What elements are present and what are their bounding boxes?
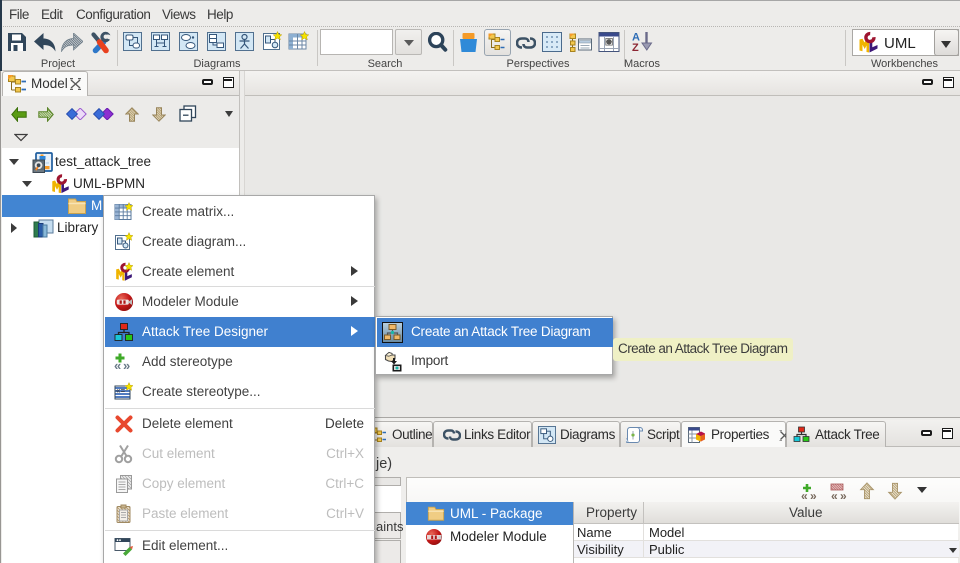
svg-text:«: « xyxy=(114,358,121,372)
svg-text:«: « xyxy=(801,489,808,502)
svg-text:Z: Z xyxy=(632,42,639,54)
svg-text:«: « xyxy=(831,489,838,502)
svg-text:»: » xyxy=(840,489,847,502)
svg-text:»: » xyxy=(810,489,817,502)
svg-text:«=: «= xyxy=(116,386,125,395)
svg-text:»: » xyxy=(123,358,130,372)
